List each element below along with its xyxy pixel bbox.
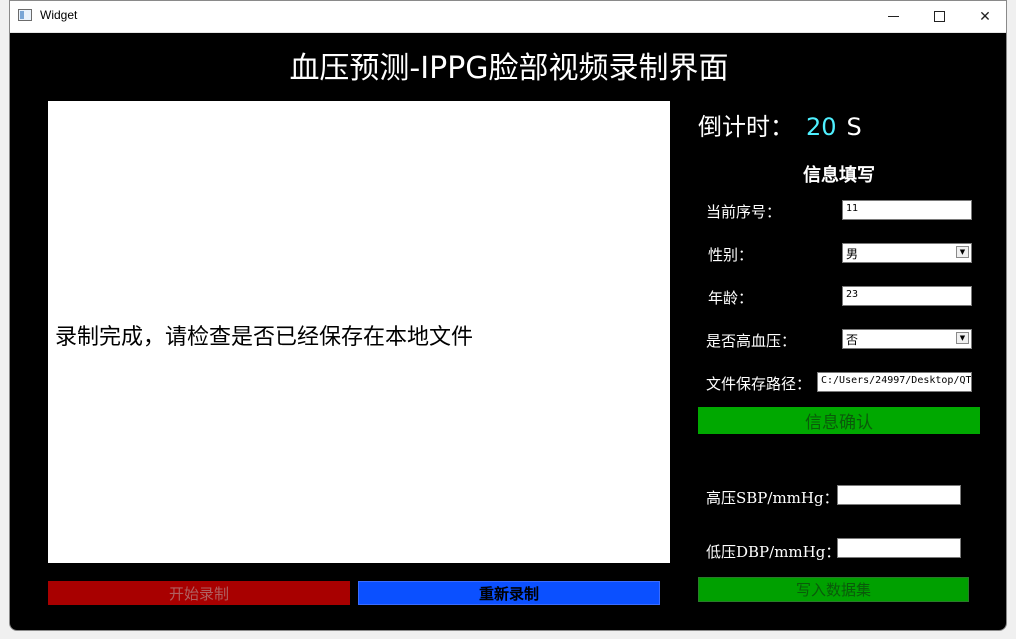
- confirm-info-button[interactable]: 信息确认: [698, 407, 980, 434]
- start-recording-button[interactable]: 开始录制: [48, 581, 350, 605]
- countdown-label: 倒计时：: [698, 113, 794, 141]
- gender-select-value: 男: [846, 247, 859, 261]
- app-window: Widget ✕ 血压预测-IPPG脸部视频录制界面 录制完成，请检查是否已经保…: [9, 0, 1007, 631]
- minimize-button[interactable]: [870, 1, 916, 32]
- hypertension-label: 是否高血压：: [706, 332, 797, 350]
- dbp-label: 低压DBP/mmHg：: [706, 543, 841, 561]
- video-status-text: 录制完成，请检查是否已经保存在本地文件: [55, 325, 474, 350]
- countdown: 倒计时： 20 S: [698, 107, 862, 142]
- serial-input[interactable]: 11: [842, 200, 972, 220]
- hypertension-select[interactable]: 否 ▼: [842, 329, 972, 349]
- gender-select[interactable]: 男 ▼: [842, 243, 972, 263]
- countdown-unit: S: [846, 113, 862, 141]
- close-icon: ✕: [979, 8, 991, 25]
- title-bar: Widget ✕: [10, 1, 1006, 33]
- write-dataset-button[interactable]: 写入数据集: [698, 577, 969, 602]
- hypertension-select-value: 否: [846, 333, 859, 347]
- restart-recording-button[interactable]: 重新录制: [358, 581, 660, 605]
- save-path-label: 文件保存路径：: [706, 375, 812, 393]
- sbp-input[interactable]: [837, 485, 961, 505]
- save-path-input[interactable]: C:/Users/24997/Desktop/QT: [817, 372, 972, 392]
- countdown-value: 20: [806, 113, 837, 141]
- age-label: 年龄：: [708, 289, 754, 307]
- gender-label: 性别：: [708, 246, 754, 264]
- dbp-input[interactable]: [837, 538, 961, 558]
- maximize-icon: [933, 11, 945, 22]
- video-preview-panel: 录制完成，请检查是否已经保存在本地文件: [48, 101, 670, 563]
- serial-label: 当前序号：: [706, 203, 782, 221]
- age-input[interactable]: 23: [842, 286, 972, 306]
- chevron-down-icon: ▼: [956, 246, 969, 258]
- sbp-label: 高压SBP/mmHg：: [706, 489, 839, 507]
- info-section-title: 信息填写: [803, 165, 875, 186]
- close-button[interactable]: ✕: [962, 1, 1006, 32]
- minimize-icon: [887, 16, 899, 17]
- app-window-icon: [18, 9, 32, 21]
- window-title: Widget: [40, 8, 78, 22]
- maximize-button[interactable]: [916, 1, 962, 32]
- chevron-down-icon: ▼: [956, 332, 969, 344]
- page-title: 血压预测-IPPG脸部视频录制界面: [289, 51, 729, 86]
